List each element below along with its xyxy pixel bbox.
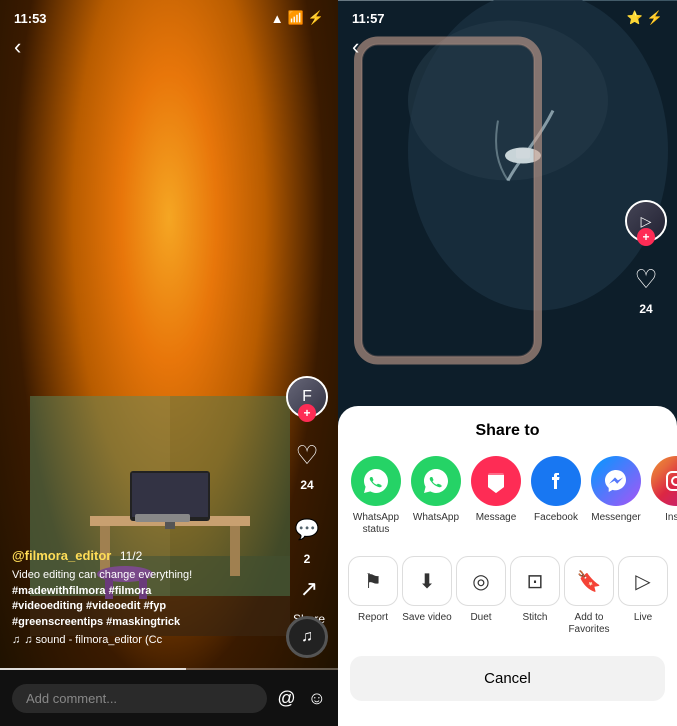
share-actions-row: ⚑ Report ⬇ Save video ◎ Duet ⊡ Stitch 🔖 … bbox=[338, 556, 677, 636]
comment-count: 2 bbox=[304, 552, 311, 566]
message-label: Message bbox=[476, 512, 517, 524]
whatsapp-icon bbox=[411, 456, 461, 506]
right-wifi-icon: ⭐ bbox=[627, 10, 643, 26]
emoji-icon[interactable]: ☺ bbox=[308, 688, 326, 709]
whatsapp-status-icon bbox=[351, 456, 401, 506]
share-app-messenger[interactable]: Messenger bbox=[588, 456, 644, 536]
share-app-message[interactable]: Message bbox=[468, 456, 524, 536]
post-number: 11/2 bbox=[120, 549, 142, 563]
instagram-icon bbox=[651, 456, 677, 506]
facebook-label: Facebook bbox=[534, 512, 578, 524]
right-back-button[interactable]: ‹ bbox=[352, 34, 359, 60]
hashtag-7[interactable]: #maskingtrick bbox=[106, 616, 180, 628]
right-battery-icon: ⚡ bbox=[647, 10, 663, 26]
username-row: @filmora_editor 11/2 bbox=[12, 547, 278, 565]
comment-action[interactable]: 💬 2 bbox=[286, 508, 328, 566]
hashtag-6[interactable]: #greenscreentips bbox=[12, 616, 103, 628]
favorites-label: Add toFavorites bbox=[568, 612, 609, 636]
stitch-icon: ⊡ bbox=[510, 556, 560, 606]
comment-input[interactable]: Add comment... bbox=[12, 684, 267, 713]
instagram-label: Ins... bbox=[665, 512, 677, 524]
share-app-whatsapp[interactable]: WhatsApp bbox=[408, 456, 464, 536]
share-app-facebook[interactable]: Facebook bbox=[528, 456, 584, 536]
comment-icon: 💬 bbox=[286, 508, 328, 550]
left-status-icons: ▲ 📶 ⚡ bbox=[271, 10, 324, 26]
whatsapp-status-label: WhatsAppstatus bbox=[353, 512, 399, 536]
right-time: 11:57 bbox=[352, 11, 385, 26]
right-follow-button[interactable]: + bbox=[637, 228, 655, 246]
duet-label: Duet bbox=[470, 612, 491, 624]
message-icon bbox=[471, 456, 521, 506]
save-video-label: Save video bbox=[402, 612, 451, 624]
right-like-count: 24 bbox=[639, 302, 652, 316]
music-disc[interactable]: ♫ bbox=[286, 616, 328, 658]
messenger-icon bbox=[591, 456, 641, 506]
left-time: 11:53 bbox=[14, 11, 47, 26]
like-icon: ♡ bbox=[286, 434, 328, 476]
right-status-icons: ⭐ ⚡ bbox=[627, 10, 663, 26]
hashtag-3[interactable]: #videoediting bbox=[12, 600, 83, 612]
hashtag-5[interactable]: #fyp bbox=[143, 600, 166, 612]
share-apps-row: WhatsAppstatus WhatsApp Message bbox=[338, 456, 677, 536]
share-action-live[interactable]: ▷ Live bbox=[618, 556, 668, 636]
wifi-icon: ▲ bbox=[271, 11, 284, 26]
like-count: 24 bbox=[300, 478, 313, 492]
right-avatar-wrap: ▷ + bbox=[625, 200, 667, 242]
cancel-button[interactable]: Cancel bbox=[350, 656, 665, 701]
share-action-duet[interactable]: ◎ Duet bbox=[456, 556, 506, 636]
like-action[interactable]: ♡ 24 bbox=[286, 434, 328, 492]
music-note: ♫ bbox=[12, 634, 20, 646]
hashtag-4[interactable]: #videoedit bbox=[86, 600, 140, 612]
report-label: Report bbox=[358, 612, 388, 624]
left-bottom-info: @filmora_editor 11/2 Video editing can c… bbox=[12, 547, 278, 646]
stitch-label: Stitch bbox=[522, 612, 547, 624]
share-action-favorites[interactable]: 🔖 Add toFavorites bbox=[564, 556, 614, 636]
comment-action-icons: @ ☺ bbox=[277, 688, 326, 709]
live-icon: ▷ bbox=[618, 556, 668, 606]
left-status-bar: 11:53 ▲ 📶 ⚡ bbox=[14, 10, 324, 26]
left-actions: F + ♡ 24 💬 2 bbox=[286, 376, 328, 566]
share-sheet-title: Share to bbox=[338, 422, 677, 440]
share-app-instagram[interactable]: Ins... bbox=[648, 456, 677, 536]
favorites-icon: 🔖 bbox=[564, 556, 614, 606]
username[interactable]: @filmora_editor bbox=[12, 548, 111, 563]
live-label: Live bbox=[634, 612, 652, 624]
creator-avatar-wrap: F + bbox=[286, 376, 328, 418]
battery-icon: ⚡ bbox=[308, 10, 324, 26]
mention-icon[interactable]: @ bbox=[277, 688, 295, 709]
right-actions: ▷ + ♡ 24 bbox=[625, 200, 667, 316]
caption: Video editing can change everything! #ma… bbox=[12, 568, 278, 630]
sound-text[interactable]: ♫ sound - filmora_editor (Cc bbox=[24, 634, 162, 646]
share-action-stitch[interactable]: ⊡ Stitch bbox=[510, 556, 560, 636]
share-sheet: Share to WhatsAppstatus WhatsApp bbox=[338, 406, 677, 726]
share-action-save[interactable]: ⬇ Save video bbox=[402, 556, 452, 636]
hashtag-1[interactable]: #madewithfilmora bbox=[12, 585, 106, 597]
left-panel: 11:53 ▲ 📶 ⚡ ‹ F + ♡ 24 💬 2 ↗ Share bbox=[0, 0, 338, 726]
right-panel: 11:57 ⭐ ⚡ ‹ ▷ + ♡ 24 Share to bbox=[338, 0, 677, 726]
save-video-icon: ⬇ bbox=[402, 556, 452, 606]
left-back-button[interactable]: ‹ bbox=[14, 34, 21, 60]
right-like-action[interactable]: ♡ 24 bbox=[625, 258, 667, 316]
right-like-icon: ♡ bbox=[625, 258, 667, 300]
comment-bar: Add comment... @ ☺ bbox=[0, 670, 338, 726]
facebook-icon bbox=[531, 456, 581, 506]
duet-icon: ◎ bbox=[456, 556, 506, 606]
caption-text: Video editing can change everything! bbox=[12, 569, 192, 581]
follow-plus-button[interactable]: + bbox=[298, 404, 316, 422]
report-icon: ⚑ bbox=[348, 556, 398, 606]
whatsapp-label: WhatsApp bbox=[413, 512, 459, 524]
share-action-report[interactable]: ⚑ Report bbox=[348, 556, 398, 636]
sound-info: ♫ ♫ sound - filmora_editor (Cc bbox=[12, 634, 278, 646]
signal-icon: 📶 bbox=[288, 10, 304, 26]
right-status-bar: 11:57 ⭐ ⚡ bbox=[352, 10, 663, 26]
hashtag-2[interactable]: #filmora bbox=[109, 585, 152, 597]
share-icon: ↗ bbox=[288, 568, 330, 610]
share-app-whatsapp-status[interactable]: WhatsAppstatus bbox=[348, 456, 404, 536]
messenger-label: Messenger bbox=[591, 512, 640, 524]
